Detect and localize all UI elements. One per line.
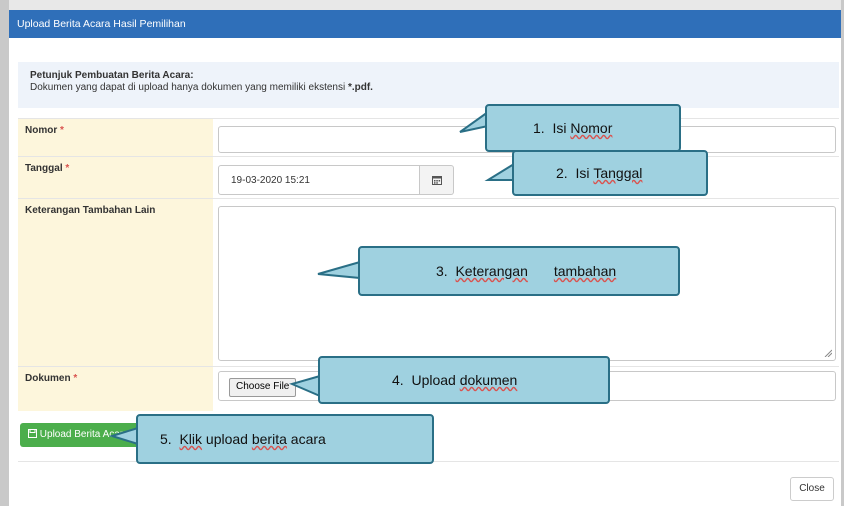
nomor-label: Nomor * bbox=[18, 119, 213, 157]
instruction-notice: Petunjuk Pembuatan Berita Acara: Dokumen… bbox=[18, 62, 839, 108]
notice-extension: *.pdf. bbox=[347, 82, 373, 93]
callout-1-underlined: Nomor bbox=[570, 120, 613, 136]
resize-handle-icon[interactable] bbox=[824, 349, 832, 357]
tanggal-label-text: Tanggal bbox=[25, 163, 63, 174]
modal-top-strip bbox=[9, 0, 841, 10]
modal-header: Upload Berita Acara Hasil Pemilihan bbox=[9, 10, 841, 38]
required-marker: * bbox=[65, 163, 70, 174]
callout-4-num: 4. bbox=[392, 372, 404, 388]
callout-5-after: upload bbox=[205, 431, 248, 447]
callout-5-tail-text: acara bbox=[290, 431, 326, 447]
notice-heading: Petunjuk Pembuatan Berita Acara: bbox=[30, 70, 194, 81]
callout-4-underlined: dokumen bbox=[459, 372, 518, 388]
callout-5: 5. Klik upload berita acara bbox=[136, 414, 434, 464]
callout-3-pointer bbox=[317, 260, 361, 280]
callout-2-num: 2. bbox=[556, 165, 568, 181]
form-row-tanggal: Tanggal * 19-03-2020 15:21 bbox=[18, 156, 839, 199]
nomor-label-text: Nomor bbox=[25, 125, 58, 136]
callout-2: 2. Isi Tanggal bbox=[512, 150, 708, 196]
callout-5-underlined-2: berita bbox=[251, 431, 287, 447]
callout-2-text: Isi bbox=[575, 165, 590, 181]
callout-5-underlined: Klik bbox=[179, 431, 203, 447]
callout-3-num: 3. bbox=[436, 263, 448, 279]
notice-text: Dokumen yang dapat di upload hanya dokum… bbox=[30, 82, 827, 94]
required-marker: * bbox=[73, 373, 78, 384]
keterangan-label: Keterangan Tambahan Lain bbox=[18, 199, 213, 367]
tanggal-input[interactable]: 19-03-2020 15:21 bbox=[218, 165, 420, 195]
form-row-nomor: Nomor * bbox=[18, 118, 839, 157]
callout-2-underlined: Tanggal bbox=[593, 165, 643, 181]
callout-3-underlined-2: tambahan bbox=[553, 263, 617, 279]
required-marker: * bbox=[60, 125, 64, 136]
callout-3-underlined: Keterangan bbox=[455, 263, 528, 279]
callout-1: 1. Isi Nomor bbox=[485, 104, 681, 152]
callout-1-num: 1. bbox=[533, 120, 545, 136]
window-frame-left bbox=[0, 0, 9, 506]
tanggal-value: 19-03-2020 15:21 bbox=[231, 175, 310, 186]
callout-5-num: 5. bbox=[160, 431, 172, 447]
dokumen-label-text: Dokumen bbox=[25, 373, 71, 384]
calendar-button[interactable] bbox=[420, 165, 454, 195]
close-button[interactable]: Close bbox=[790, 477, 834, 501]
tanggal-label: Tanggal * bbox=[18, 157, 213, 199]
modal-title: Upload Berita Acara Hasil Pemilihan bbox=[17, 18, 186, 30]
calendar-icon bbox=[431, 176, 442, 185]
choose-file-button[interactable]: Choose File bbox=[229, 378, 297, 397]
callout-1-text: Isi bbox=[552, 120, 567, 136]
callout-4-text: Upload bbox=[411, 372, 456, 388]
callout-4: 4. Upload dokumen bbox=[318, 356, 610, 404]
dokumen-label: Dokumen * bbox=[18, 367, 213, 411]
notice-text-prefix: Dokumen yang dapat di upload hanya dokum… bbox=[30, 82, 348, 93]
callout-3: 3. Keterangan tambahan bbox=[358, 246, 680, 296]
save-icon bbox=[28, 429, 37, 438]
keterangan-label-text: Keterangan Tambahan Lain bbox=[25, 205, 156, 216]
